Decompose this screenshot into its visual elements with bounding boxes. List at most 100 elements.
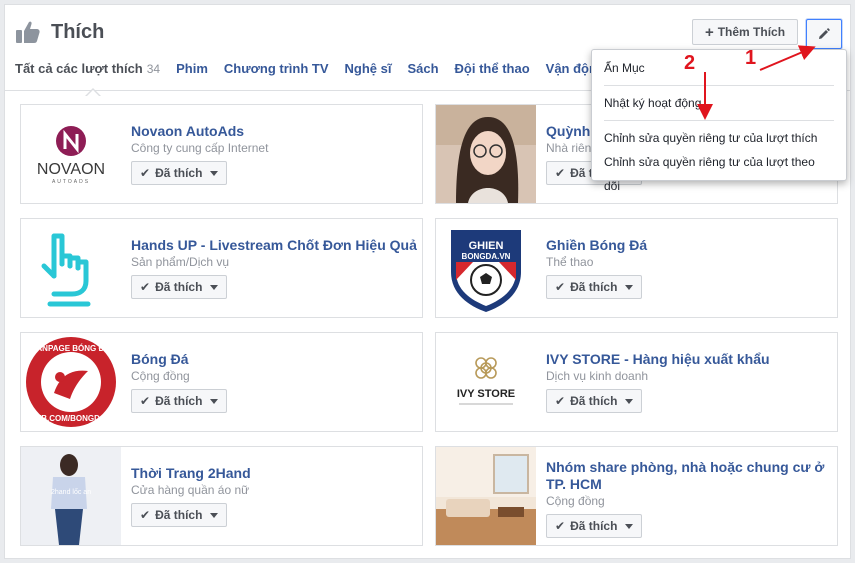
page-category: Sản phẩm/Dịch vụ: [131, 255, 230, 269]
page-title: Thích: [51, 20, 105, 43]
tab-label: Sách: [407, 61, 439, 76]
check-icon: ✔: [140, 394, 151, 408]
hands-up-logo: [41, 233, 91, 307]
tab-label: Phim: [176, 61, 208, 76]
liked-button[interactable]: ✔ Đã thích: [131, 389, 228, 413]
menu-item-activity-log[interactable]: Nhật ký hoạt động: [592, 91, 846, 115]
caret-down-icon: [210, 398, 219, 404]
menu-item-edit-likes-privacy[interactable]: Chỉnh sửa quyền riêng tư của lượt thích: [592, 126, 846, 150]
liked-label: Đã thích: [155, 280, 203, 294]
page-avatar: IVY STORE: [436, 333, 536, 431]
tab-books[interactable]: Sách: [407, 61, 438, 86]
liked-label: Đã thích: [570, 394, 618, 408]
page-category: Cộng đồng: [131, 369, 190, 383]
check-icon: ✔: [555, 280, 566, 294]
liked-button[interactable]: ✔ Đã thích: [546, 275, 643, 299]
check-icon: ✔: [140, 280, 151, 294]
page-avatar: 2hand lốc an: [21, 447, 121, 545]
liked-label: Đã thích: [155, 394, 203, 408]
person-photo: [436, 105, 536, 203]
liked-label: Đã thích: [155, 166, 203, 180]
page-name[interactable]: Hands UP - Livestream Chốt Đơn Hiệu Quả: [131, 237, 418, 254]
novaon-logo: NOVAON AUTOADS: [37, 126, 105, 185]
caret-down-icon: [210, 284, 219, 290]
page-card-thoi-trang-2hand: 2hand lốc an Thời Trang 2Hand Cửa hàng q…: [20, 446, 423, 546]
page-name[interactable]: Bóng Đá: [131, 351, 418, 368]
page-category: Công ty cung cấp Internet: [131, 141, 269, 155]
annotation-number-2: 2: [684, 52, 696, 74]
check-icon: ✔: [555, 394, 566, 408]
bongda-logo-text: FANPAGE BÓNG ĐÁ: [32, 344, 110, 353]
page-avatar: [21, 219, 121, 317]
novaon-logo-text: NOVAON: [37, 161, 105, 178]
thumbs-up-icon: [16, 21, 40, 43]
liked-button[interactable]: ✔ Đã thích: [546, 514, 643, 538]
liked-button[interactable]: ✔ Đã thích: [546, 389, 643, 413]
bongda-fanpage-logo: FANPAGE BÓNG ĐÁ FB.COM/BONGDA: [26, 337, 116, 427]
liked-button[interactable]: ✔ Đã thích: [131, 503, 228, 527]
tab-label: Nghệ sĩ: [344, 61, 392, 76]
check-icon: ✔: [555, 519, 566, 533]
caret-down-icon: [210, 170, 219, 176]
title-row: Thích: [15, 19, 104, 45]
menu-divider: [604, 120, 834, 121]
page-avatar: [436, 105, 536, 203]
page-category: Cộng đồng: [546, 494, 605, 508]
bongda-logo-sub: FB.COM/BONGDA: [36, 414, 106, 423]
tab-count: 34: [146, 62, 161, 76]
pencil-icon: [819, 28, 830, 39]
ivy-store-logo: IVY STORE: [457, 357, 515, 405]
check-icon: ✔: [140, 166, 151, 180]
caret-down-icon: [625, 284, 634, 290]
fashion-photo: 2hand lốc an: [21, 447, 121, 545]
edit-button[interactable]: [806, 19, 842, 49]
novaon-logo-sub: AUTOADS: [52, 179, 90, 185]
tab-label: Chương trình TV: [223, 61, 329, 76]
page-name[interactable]: Thời Trang 2Hand: [131, 465, 418, 482]
page-card-nhom-share-phong: Nhóm share phòng, nhà hoặc chung cư ở TP…: [435, 446, 838, 546]
ghien-logo-sub: BONGDA.VN: [462, 252, 511, 261]
page-name[interactable]: Novaon AutoAds: [131, 123, 418, 140]
likes-panel: Thích + Thêm Thích Tất cả các lượt thích…: [4, 4, 851, 559]
page-name[interactable]: Ghiền Bóng Đá: [546, 237, 833, 254]
apartment-photo: [436, 447, 536, 545]
tab-label: Tất cả các lượt thích: [15, 61, 143, 76]
page-name[interactable]: Nhóm share phòng, nhà hoặc chung cư ở TP…: [546, 459, 833, 493]
tab-label: Đội thể thao: [454, 61, 530, 76]
page-card-novaon: NOVAON AUTOADS Novaon AutoAds Công ty cu…: [20, 104, 423, 204]
page-category: Thể thao: [546, 255, 594, 269]
ghien-logo-text: GHIEN: [469, 240, 504, 252]
ghien-bongda-logo: GHIEN BONGDA.VN: [451, 230, 521, 312]
page-card-ivy-store: IVY STORE IVY STORE - Hàng hiệu xuất khẩ…: [435, 332, 838, 432]
menu-divider: [604, 85, 834, 86]
caret-down-icon: [625, 523, 634, 529]
edit-dropdown-menu: Ẩn Mục Nhật ký hoạt động Chỉnh sửa quyền…: [591, 49, 847, 193]
ivy-logo-text: IVY STORE: [457, 388, 515, 400]
tab-all-likes[interactable]: Tất cả các lượt thích 34: [15, 61, 161, 97]
tab-sports-teams[interactable]: Đội thể thao: [455, 61, 530, 86]
plus-icon: +: [704, 23, 714, 41]
menu-item-hide-section[interactable]: Ẩn Mục: [592, 56, 846, 80]
page-card-bong-da: FANPAGE BÓNG ĐÁ FB.COM/BONGDA Bóng Đá Cộ…: [20, 332, 423, 432]
page-category: Dịch vụ kinh doanh: [546, 369, 649, 383]
caret-down-icon: [210, 512, 219, 518]
page-avatar: FANPAGE BÓNG ĐÁ FB.COM/BONGDA: [21, 333, 121, 431]
page-avatar: NOVAON AUTOADS: [21, 105, 121, 203]
liked-button[interactable]: ✔ Đã thích: [131, 275, 228, 299]
check-icon: ✔: [140, 508, 151, 522]
page-name[interactable]: IVY STORE - Hàng hiệu xuất khẩu: [546, 351, 833, 368]
page-card-hands-up: Hands UP - Livestream Chốt Đơn Hiệu Quả …: [20, 218, 423, 318]
check-icon: ✔: [555, 166, 566, 180]
annotation-number-1: 1: [745, 47, 757, 69]
liked-label: Đã thích: [570, 280, 618, 294]
likes-tabs: Tất cả các lượt thích 34 Phim Chương trìn…: [15, 61, 651, 97]
add-like-button[interactable]: + Thêm Thích: [692, 19, 798, 45]
tab-artists[interactable]: Nghệ sĩ: [345, 61, 392, 86]
page-avatar: [436, 447, 536, 545]
liked-button[interactable]: ✔ Đã thích: [131, 161, 228, 185]
liked-label: Đã thích: [570, 519, 618, 533]
tab-movies[interactable]: Phim: [176, 61, 208, 86]
page-card-ghien-bong-da: GHIEN BONGDA.VN Ghiền Bóng Đá Thể thao ✔…: [435, 218, 838, 318]
tab-tv-shows[interactable]: Chương trình TV: [224, 61, 329, 86]
menu-item-edit-follows-privacy[interactable]: Chỉnh sửa quyền riêng tư của lượt theo d…: [592, 150, 846, 198]
